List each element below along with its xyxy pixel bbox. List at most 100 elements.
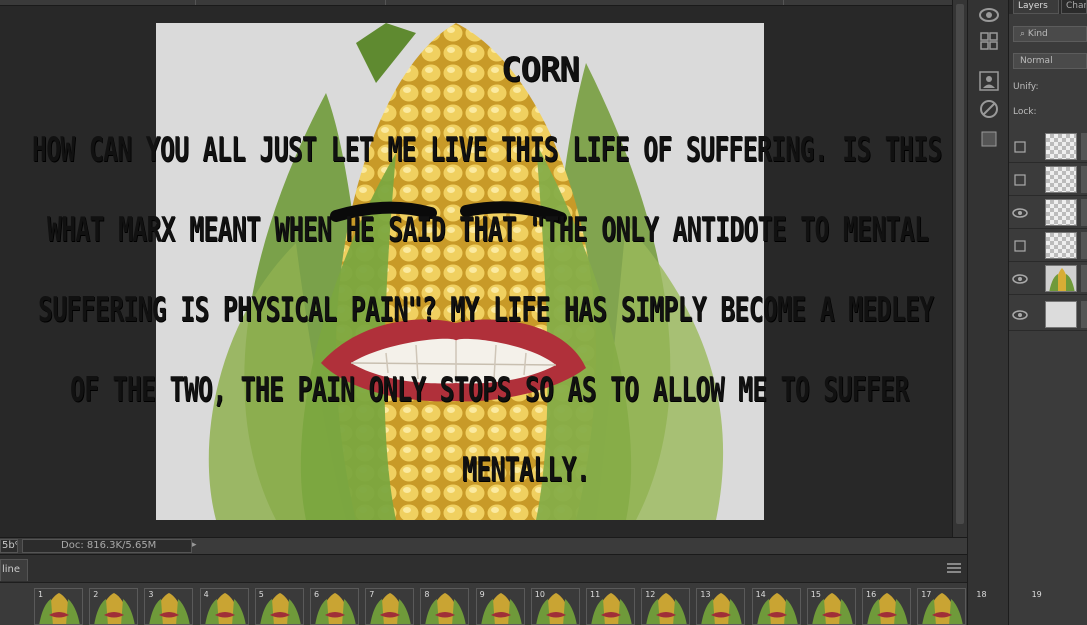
visibility-box-icon[interactable] — [1012, 139, 1028, 153]
layer-thumbnail — [1045, 265, 1077, 292]
lock-label: Lock: — [1013, 107, 1037, 117]
layer-row-edge — [1081, 133, 1087, 160]
timeline-frame[interactable]: 7 — [365, 588, 415, 625]
tab-segment[interactable] — [198, 0, 386, 5]
search-icon: ⌕ — [1020, 29, 1026, 39]
frame-number: 10 — [534, 590, 545, 599]
frame-number: 11 — [590, 590, 601, 599]
frame-number: 4 — [203, 590, 209, 599]
layer-thumbnail — [1045, 232, 1077, 259]
timeline-frame[interactable]: 5 — [254, 588, 304, 625]
eye-icon[interactable] — [1012, 205, 1028, 219]
adjustments-icon[interactable] — [978, 98, 1000, 120]
frame-number: 15 — [810, 590, 821, 599]
timeline-frame[interactable]: 13 — [696, 588, 746, 625]
frame-number: 7 — [369, 590, 375, 599]
frame-number: 9 — [479, 590, 485, 599]
timeline-panel: line 1234567891011121314151617181920 — [0, 555, 1087, 625]
frame-number: 3 — [148, 590, 154, 599]
layer-row[interactable] — [1009, 262, 1087, 295]
scrollbar-thumb[interactable] — [956, 4, 964, 524]
frame-number: 16 — [866, 590, 877, 599]
timeline-frame[interactable]: 2 — [89, 588, 139, 625]
styles-icon[interactable] — [978, 128, 1000, 150]
layer-thumbnail — [1045, 301, 1077, 328]
timeline-frame[interactable]: 16 — [862, 588, 911, 625]
timeline-frame[interactable]: 1 — [34, 588, 83, 625]
frame-number: 12 — [645, 590, 656, 599]
frame-number: 6 — [314, 590, 320, 599]
frame-number: 17 — [921, 590, 932, 599]
layer-row-edge — [1081, 301, 1087, 328]
timeline-frame[interactable]: 12 — [641, 588, 691, 625]
doc-size-info: Doc: 816.3K/5.65M — [22, 539, 192, 553]
tab-segment[interactable] — [0, 0, 196, 5]
layer-thumbnail — [1045, 133, 1077, 160]
timeline-frame[interactable]: 6 — [310, 588, 359, 625]
filter-label: Kind — [1027, 29, 1048, 39]
panel-menu-icon[interactable] — [947, 563, 961, 573]
frame-number: 14 — [755, 590, 766, 599]
layer-row[interactable] — [1009, 298, 1087, 331]
frame-number: 1 — [38, 590, 44, 599]
frame-number: 13 — [700, 590, 711, 599]
visibility-box-icon[interactable] — [1012, 238, 1028, 252]
caption-line: OF THE TWO, THE PAIN ONLY STOPS SO AS TO… — [70, 370, 909, 410]
canvas-area[interactable]: CORN HOW CAN YOU ALL JUST LET ME LIVE TH… — [0, 6, 952, 537]
photoshop-window: CORN HOW CAN YOU ALL JUST LET ME LIVE TH… — [0, 0, 1087, 625]
tab-channels[interactable]: Channels — [1061, 0, 1087, 14]
panel-icon-column — [967, 0, 1009, 625]
timeline-frame[interactable]: 4 — [199, 588, 249, 625]
timeline-frame[interactable]: 14 — [751, 588, 801, 625]
layer-row[interactable] — [1009, 163, 1087, 196]
timeline-frame[interactable]: 8 — [420, 588, 470, 625]
layers-panel: Layers Channels ⌕ Kind Normal Unify: Loc… — [1009, 0, 1087, 625]
timeline-frame[interactable]: 15 — [806, 588, 856, 625]
zoom-field[interactable]: 5b% — [0, 539, 18, 553]
layer-thumbnail — [1045, 166, 1077, 193]
eye-icon[interactable] — [1012, 307, 1028, 321]
tab-layers[interactable]: Layers — [1013, 0, 1059, 14]
frame-number: 8 — [424, 590, 430, 599]
blend-mode-select[interactable]: Normal — [1013, 53, 1087, 69]
layer-row[interactable] — [1009, 196, 1087, 229]
layer-thumbnail — [1045, 199, 1077, 226]
status-bar: 5b% Doc: 816.3K/5.65M ▸ — [0, 537, 967, 555]
caption-line: WHAT MARX MEANT WHEN HE SAID THAT "THE O… — [47, 210, 929, 250]
document-canvas[interactable] — [156, 23, 764, 520]
caption-line: SUFFERING IS PHYSICAL PAIN"? MY LIFE HAS… — [38, 290, 934, 330]
tab-segment[interactable] — [388, 0, 784, 5]
caption-line: HOW CAN YOU ALL JUST LET ME LIVE THIS LI… — [32, 130, 942, 170]
tab-timeline[interactable]: line — [0, 559, 28, 581]
timeline-header: line — [0, 555, 967, 583]
timeline-frame[interactable]: 17 — [917, 588, 967, 625]
frame-number: 18 — [976, 590, 987, 599]
layer-row[interactable] — [1009, 229, 1087, 262]
caption-line: MENTALLY. — [462, 450, 591, 490]
layer-row-edge — [1081, 166, 1087, 193]
history-icon[interactable] — [978, 4, 1000, 26]
frame-strip: 1234567891011121314151617181920 — [0, 586, 1087, 625]
visibility-box-icon[interactable] — [1012, 172, 1028, 186]
unify-label: Unify: — [1013, 82, 1039, 92]
frame-number: 5 — [258, 590, 264, 599]
timeline-frame[interactable]: 9 — [475, 588, 525, 625]
timeline-frame[interactable]: 10 — [530, 588, 580, 625]
layer-row-edge — [1081, 265, 1087, 292]
caption-title: CORN — [501, 50, 580, 90]
layer-row[interactable] — [1009, 130, 1087, 163]
character-icon[interactable] — [978, 70, 1000, 92]
layer-row-edge — [1081, 199, 1087, 226]
corn-artwork — [156, 23, 764, 520]
swatches-icon[interactable] — [978, 30, 1000, 52]
status-menu-arrow-icon[interactable]: ▸ — [192, 539, 202, 553]
timeline-frame[interactable]: 3 — [144, 588, 194, 625]
frame-number: 2 — [93, 590, 99, 599]
vertical-scrollbar[interactable] — [952, 0, 967, 537]
timeline-frame[interactable]: 11 — [586, 588, 635, 625]
frame-number: 19 — [1031, 590, 1042, 599]
layer-row-edge — [1081, 232, 1087, 259]
layers-panel-tabs: Layers Channels — [1009, 0, 1087, 14]
layer-filter-select[interactable]: ⌕ Kind — [1013, 26, 1087, 42]
eye-icon[interactable] — [1012, 271, 1028, 285]
